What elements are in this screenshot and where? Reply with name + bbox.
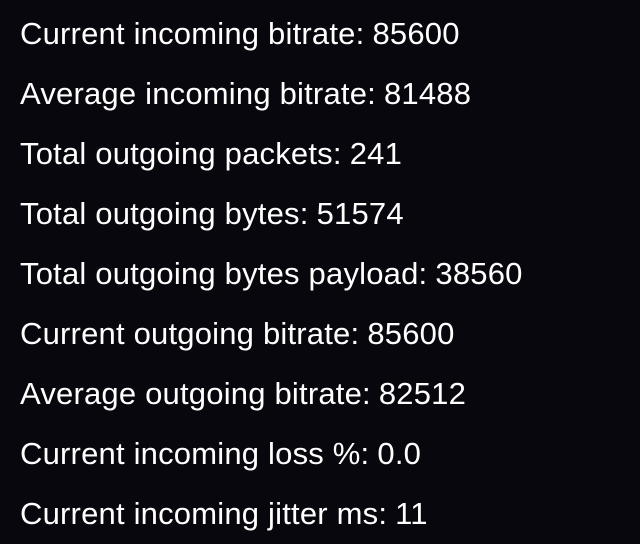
stat-current-incoming-loss: Current incoming loss %: 0.0 [0, 424, 640, 484]
stat-label: Current outgoing bitrate: [20, 316, 360, 351]
stat-current-incoming-bitrate: Current incoming bitrate: 85600 [0, 0, 640, 64]
stat-current-incoming-jitter: Current incoming jitter ms: 11 [0, 484, 640, 544]
stat-current-outgoing-bitrate: Current outgoing bitrate: 85600 [0, 304, 640, 364]
stat-label: Current incoming loss %: [20, 436, 370, 471]
stat-value: 241 [349, 136, 403, 171]
stat-value: 11 [395, 496, 428, 531]
stat-label: Average outgoing bitrate: [20, 376, 371, 411]
stat-label: Average incoming bitrate: [20, 76, 376, 111]
stat-label: Current incoming bitrate: [20, 16, 365, 51]
stat-value: 81488 [383, 76, 472, 111]
stats-list: Current incoming bitrate: 85600 Average i… [0, 0, 640, 544]
stat-value: 85600 [372, 16, 460, 51]
stat-total-outgoing-bytes: Total outgoing bytes: 51574 [0, 184, 640, 244]
stat-value: 38560 [435, 256, 523, 291]
stat-value: 0.0 [377, 436, 422, 471]
stat-label: Total outgoing bytes payload: [20, 256, 428, 291]
stat-value: 85600 [367, 316, 455, 351]
stat-average-outgoing-bitrate: Average outgoing bitrate: 82512 [0, 364, 640, 424]
stat-label: Total outgoing bytes: [20, 196, 309, 231]
stat-total-outgoing-packets: Total outgoing packets: 241 [0, 124, 640, 184]
stat-label: Total outgoing packets: [20, 136, 342, 171]
stat-total-outgoing-bytes-payload: Total outgoing bytes payload: 38560 [0, 244, 640, 304]
stat-value: 82512 [378, 376, 467, 411]
stat-label: Current incoming jitter ms: [20, 496, 388, 531]
stat-average-incoming-bitrate: Average incoming bitrate: 81488 [0, 64, 640, 124]
stat-value: 51574 [316, 196, 404, 231]
